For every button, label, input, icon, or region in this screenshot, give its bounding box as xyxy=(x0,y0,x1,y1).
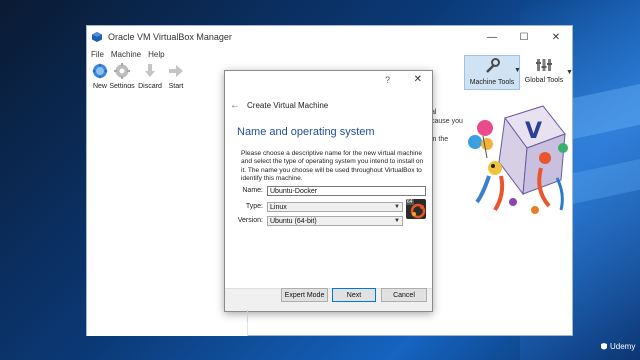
cancel-button[interactable]: Cancel xyxy=(381,288,427,302)
dialog-description: Please choose a descriptive name for the… xyxy=(241,150,424,183)
machine-tools-label: Machine Tools xyxy=(469,79,515,86)
start-button[interactable]: Start xyxy=(163,61,189,90)
dialog-title: Create Virtual Machine xyxy=(247,101,329,110)
virtualbox-app-icon xyxy=(92,32,102,42)
wrench-icon xyxy=(486,58,500,73)
global-tools-button[interactable]: Global Tools xyxy=(522,55,566,84)
page-title: Name and operating system xyxy=(237,126,375,138)
expert-mode-button[interactable]: Expert Mode xyxy=(281,288,328,302)
menu-help[interactable]: Help xyxy=(148,50,164,59)
maximize-button[interactable]: ☐ xyxy=(508,26,540,48)
minimize-button[interactable]: — xyxy=(476,26,508,48)
next-button[interactable]: Next xyxy=(332,288,376,302)
version-label: Version: xyxy=(237,217,263,224)
udemy-label: Udemy xyxy=(610,342,636,351)
help-button[interactable]: ? xyxy=(385,75,390,85)
new-vm-icon xyxy=(92,63,108,79)
start-arrow-icon xyxy=(169,65,183,77)
gear-icon xyxy=(114,63,130,79)
panel-splitter[interactable] xyxy=(247,310,252,322)
discard-button[interactable]: Discard xyxy=(137,61,163,90)
svg-text:V: V xyxy=(525,119,542,144)
menu-machine[interactable]: Machine xyxy=(111,50,141,59)
menu-file[interactable]: File xyxy=(91,50,104,59)
window-controls: — ☐ ✕ xyxy=(476,26,572,48)
chevron-down-icon: ▼ xyxy=(394,218,400,224)
name-label: Name: xyxy=(242,187,263,194)
virtualbox-mascot-image: V xyxy=(468,105,568,214)
title-bar[interactable]: Oracle VM VirtualBox Manager — ☐ ✕ xyxy=(87,26,572,48)
discard-arrow-icon xyxy=(145,64,155,77)
machine-tools-button[interactable]: Machine Tools xyxy=(464,55,520,90)
welcome-text: al cause you in the l xyxy=(431,109,463,152)
type-select[interactable]: Linux ▼ xyxy=(267,202,403,212)
dialog-close-button[interactable]: ✕ xyxy=(414,74,422,85)
global-tools-icon xyxy=(536,59,552,71)
version-select[interactable]: Ubuntu (64-bit) ▼ xyxy=(267,216,403,226)
settings-button[interactable]: Settings xyxy=(109,61,135,90)
ubuntu-os-icon: 64 xyxy=(406,199,426,219)
udemy-logo-icon xyxy=(601,342,607,349)
global-tools-dropdown-icon[interactable]: ▼ xyxy=(566,69,573,76)
chevron-down-icon: ▼ xyxy=(394,204,400,210)
name-input[interactable]: Ubuntu-Docker xyxy=(267,186,426,196)
global-tools-label: Global Tools xyxy=(524,77,564,84)
machine-tools-dropdown-icon[interactable]: ▼ xyxy=(514,67,521,74)
version-select-value: Ubuntu (64-bit) xyxy=(270,218,317,225)
udemy-watermark: Udemy xyxy=(600,342,635,351)
close-button[interactable]: ✕ xyxy=(540,26,572,48)
window-title: Oracle VM VirtualBox Manager xyxy=(108,32,232,42)
os-64bit-badge: 64 xyxy=(406,199,414,205)
back-arrow-icon[interactable]: ← xyxy=(230,100,240,111)
type-label: Type: xyxy=(245,203,263,210)
type-select-value: Linux xyxy=(270,204,287,211)
